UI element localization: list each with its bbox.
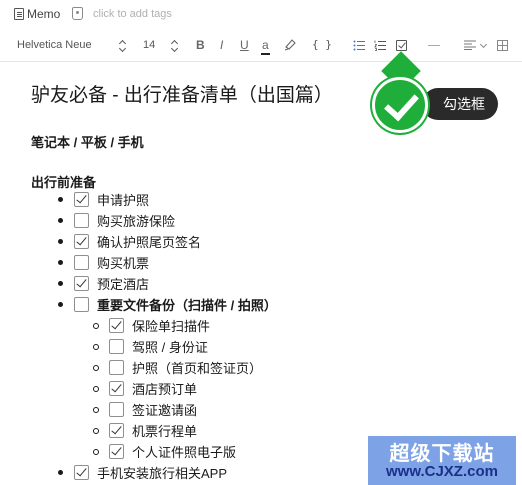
checklist-subitem: 保险单扫描件 xyxy=(93,315,210,336)
checkbox[interactable] xyxy=(74,297,89,312)
section-heading-devices: 笔记本 / 平板 / 手机 xyxy=(31,135,144,150)
highlighter-icon[interactable] xyxy=(283,37,297,51)
checkbox[interactable] xyxy=(74,192,89,207)
checklist-item-label: 购买旅游保险 xyxy=(97,214,176,229)
checklist-item: 预定酒店 xyxy=(58,273,149,294)
checkbox[interactable] xyxy=(109,423,124,438)
checkbox[interactable] xyxy=(109,444,124,459)
checkbox[interactable] xyxy=(109,318,124,333)
checklist-item-label: 购买机票 xyxy=(97,256,150,271)
checklist-item-label: 机票行程单 xyxy=(132,424,198,439)
sub-bullet xyxy=(93,343,99,350)
bullet xyxy=(58,302,63,307)
checklist-item: 申请护照 xyxy=(58,189,149,210)
numbered-list-icon[interactable] xyxy=(374,40,386,51)
checklist-item-label: 申请护照 xyxy=(97,193,150,208)
checklist-subitem: 护照（首页和签证页） xyxy=(93,357,262,378)
checklist-subitem: 签证邀请函 xyxy=(93,399,197,420)
notebook-selector[interactable]: Memo xyxy=(14,7,60,21)
checkbox[interactable] xyxy=(109,360,124,375)
font-size-select[interactable]: 14 xyxy=(143,38,155,52)
checklist-item: 购买旅游保险 xyxy=(58,210,175,231)
sub-bullet xyxy=(93,322,99,329)
checklist-item-label: 酒店预订单 xyxy=(132,382,198,397)
checklist-item: 手机安装旅行相关APP xyxy=(58,462,227,483)
italic-button[interactable]: I xyxy=(220,38,223,52)
checklist-item-label: 保险单扫描件 xyxy=(132,319,211,334)
sub-bullet xyxy=(93,406,99,413)
checklist-subitem: 机票行程单 xyxy=(93,420,197,441)
checklist-item-label: 护照（首页和签证页） xyxy=(132,361,263,376)
tag-input-placeholder[interactable]: click to add tags xyxy=(93,8,172,20)
checklist-item: 重要文件备份（扫描件 / 拍照） xyxy=(58,294,277,315)
callout-label: 勾选框 xyxy=(422,88,498,120)
bold-button[interactable]: B xyxy=(196,38,205,52)
checklist-subitem: 驾照 / 身份证 xyxy=(93,336,208,357)
checklist-item: 确认护照尾页签名 xyxy=(58,231,201,252)
checkbox[interactable] xyxy=(74,465,89,480)
checklist-item-label: 手机安装旅行相关APP xyxy=(97,466,228,481)
bullet xyxy=(58,218,63,223)
checklist-subitem: 个人证件照电子版 xyxy=(93,441,236,462)
font-family-select[interactable]: Helvetica Neue xyxy=(17,38,92,52)
text-color-button[interactable]: a xyxy=(261,38,270,55)
bullet-list-icon[interactable] xyxy=(353,40,365,51)
bullet xyxy=(58,197,63,202)
underline-button[interactable]: U xyxy=(240,38,249,52)
checkbox[interactable] xyxy=(74,276,89,291)
checklist-item-label: 驾照 / 身份证 xyxy=(132,340,208,355)
checkbox-list-icon[interactable] xyxy=(396,40,407,51)
note-meta-bar: Memo click to add tags xyxy=(0,0,522,28)
horizontal-rule-icon[interactable] xyxy=(428,45,440,46)
notebook-name: Memo xyxy=(27,7,61,21)
note-title[interactable]: 驴友必备 - 出行准备清单（出国篇） xyxy=(31,80,333,107)
check-circle-icon xyxy=(372,77,428,133)
checkbox[interactable] xyxy=(74,213,89,228)
tag-icon[interactable] xyxy=(72,7,83,20)
bullet xyxy=(58,281,63,286)
checklist-item-label: 重要文件备份（扫描件 / 拍照） xyxy=(97,298,277,313)
checkbox[interactable] xyxy=(109,402,124,417)
sub-bullet xyxy=(93,448,99,455)
bullet xyxy=(58,260,63,265)
formatting-toolbar: Helvetica Neue 14 B I U a { } xyxy=(0,32,522,62)
table-icon[interactable] xyxy=(497,40,508,51)
watermark-title: 超级下载站 xyxy=(389,443,495,465)
align-icon[interactable] xyxy=(464,40,476,50)
checkbox[interactable] xyxy=(74,234,89,249)
notebook-icon xyxy=(14,8,24,20)
checklist-item-label: 签证邀请函 xyxy=(132,403,198,418)
checklist-item-label: 预定酒店 xyxy=(97,277,150,292)
code-block-button[interactable]: { } xyxy=(312,38,332,52)
checkbox[interactable] xyxy=(109,381,124,396)
checkbox[interactable] xyxy=(74,255,89,270)
checklist-item-label: 个人证件照电子版 xyxy=(132,445,237,460)
checklist-item-label: 确认护照尾页签名 xyxy=(97,235,202,250)
chevron-down-icon[interactable] xyxy=(479,40,488,49)
font-size-stepper-icon[interactable] xyxy=(171,40,178,52)
checklist-item: 购买机票 xyxy=(58,252,149,273)
bullet xyxy=(58,470,63,475)
checklist-subitem: 酒店预订单 xyxy=(93,378,197,399)
checkbox[interactable] xyxy=(109,339,124,354)
watermark-logo: 超级下载站 www.CJXZ.com xyxy=(368,436,516,485)
watermark-url: www.CJXZ.com xyxy=(386,463,498,480)
bullet xyxy=(58,239,63,244)
sub-bullet xyxy=(93,385,99,392)
font-family-stepper-icon[interactable] xyxy=(119,40,126,52)
sub-bullet xyxy=(93,364,99,371)
sub-bullet xyxy=(93,427,99,434)
